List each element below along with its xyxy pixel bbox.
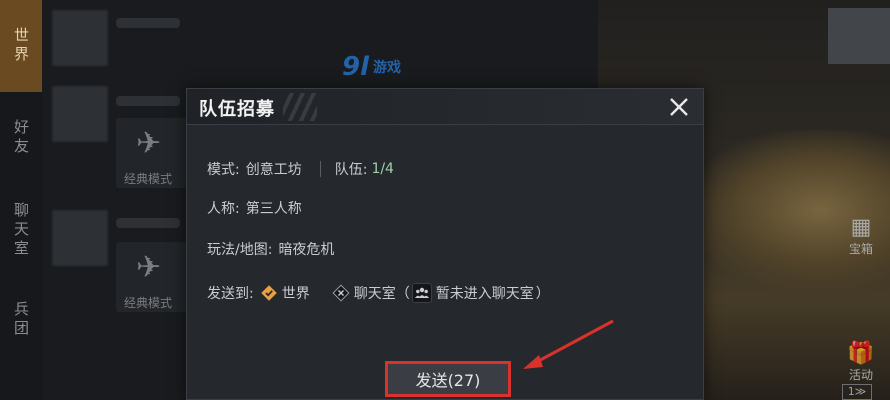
chat-tab-friends-label: 好友 — [12, 119, 30, 157]
annotation-arrow-icon — [523, 319, 614, 369]
chatroom-diamond-icon — [332, 284, 350, 302]
chat-channel-sidebar: 世界 好友 聊天室 兵团 — [0, 0, 42, 400]
send-button[interactable]: 发送(27) — [385, 361, 511, 397]
mode-value: 创意工坊 — [245, 162, 302, 178]
send-to-label: 发送到: — [207, 286, 254, 302]
perspective-value: 第三人称 — [245, 201, 302, 217]
divider — [319, 161, 321, 177]
dialog-title: 队伍招募 — [199, 99, 275, 120]
chat-tab-chatroom-label: 聊天室 — [12, 201, 30, 259]
mode-row: 模式: 创意工坊 队伍: 1/4 — [207, 159, 394, 179]
channel-chatroom-label: 聊天室（ — [353, 286, 410, 302]
team-label: 队伍: — [334, 162, 368, 178]
chat-tab-world[interactable]: 世界 — [0, 0, 42, 92]
map-value: 暗夜危机 — [278, 242, 335, 258]
close-icon — [670, 98, 688, 116]
world-diamond-icon — [260, 284, 278, 302]
channel-world-option[interactable]: 世界 — [260, 283, 310, 303]
title-decoration — [283, 93, 317, 121]
chat-tab-world-label: 世界 — [12, 27, 30, 65]
dialog-header: 队伍招募 — [187, 89, 703, 125]
map-row: 玩法/地图: 暗夜危机 — [207, 239, 334, 259]
chat-tab-friends[interactable]: 好友 — [0, 108, 42, 168]
perspective-row: 人称: 第三人称 — [207, 198, 302, 218]
mode-label: 模式: — [207, 162, 240, 178]
channel-world-label: 世界 — [281, 286, 310, 302]
chat-tab-legion-label: 兵团 — [12, 301, 30, 339]
chat-tab-chatroom[interactable]: 聊天室 — [0, 190, 42, 270]
chat-tab-legion[interactable]: 兵团 — [0, 290, 42, 350]
close-button[interactable] — [665, 93, 693, 121]
send-to-row: 发送到: 世界 聊天室（ 暂未进入聊天室 ） — [207, 283, 552, 303]
map-label: 玩法/地图: — [207, 242, 273, 258]
perspective-label: 人称: — [207, 201, 240, 217]
channel-chatroom-option[interactable]: 聊天室（ 暂未进入聊天室 ） — [332, 283, 552, 303]
close-paren: ） — [535, 286, 550, 302]
group-icon — [411, 283, 432, 303]
team-recruit-dialog: 队伍招募 模式: 创意工坊 队伍: 1/4 人称: 第三人称 玩法/地图: 暗夜… — [186, 88, 704, 400]
chatroom-status: 暂未进入聊天室 — [435, 286, 534, 302]
team-value: 1/4 — [371, 161, 394, 177]
